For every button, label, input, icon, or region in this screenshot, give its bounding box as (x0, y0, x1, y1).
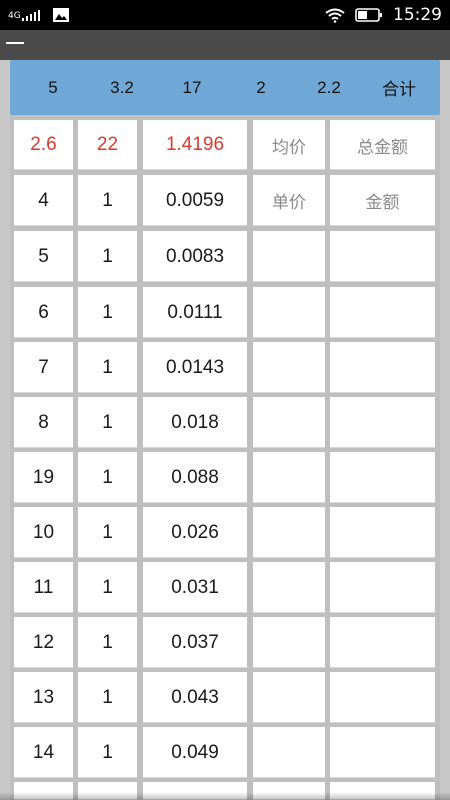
grid-cell-r2-c5[interactable] (330, 231, 435, 282)
grid-cell-r6-c5[interactable] (330, 452, 435, 503)
grid-cell-r1-c2[interactable]: 1 (78, 175, 137, 226)
grid-cell-r6-c1[interactable]: 19 (14, 452, 73, 503)
grid-cell-r8-c2[interactable]: 1 (78, 562, 137, 613)
grid-cell-r7-c4[interactable] (253, 507, 325, 558)
clock: 15:29 (393, 5, 442, 25)
grid-cell-r3-c4[interactable] (253, 287, 325, 338)
summary-bar: 5 3.2 17 2 2.2 合计 (10, 60, 440, 115)
grid-cell-r4-c5[interactable] (330, 342, 435, 393)
status-bar: 4G 15:29 (0, 0, 450, 30)
grid-cell-r3-c3[interactable]: 0.0111 (143, 287, 247, 338)
grid-cell-r2-c1[interactable]: 5 (14, 231, 73, 282)
grid-cell-r0-c1[interactable]: 2.6 (14, 120, 73, 170)
amount-label: 金额 (330, 175, 435, 226)
grid-cell-r9-c1[interactable]: 12 (14, 617, 73, 668)
grid-cell-r5-c4[interactable] (253, 397, 325, 448)
summary-total-label: 合计 (382, 80, 416, 99)
grid-cell-r0-c3[interactable]: 1.4196 (143, 120, 247, 170)
grid-cell-r2-c4[interactable] (253, 231, 325, 282)
status-right: 15:29 (325, 0, 442, 30)
unit-price-label: 单价 (253, 175, 325, 226)
menu-dash-icon[interactable] (6, 42, 24, 44)
grid-cell-r1-c3[interactable]: 0.0059 (143, 175, 247, 226)
grid-cell-r2-c3[interactable]: 0.0083 (143, 231, 247, 282)
summary-cell-5: 2.2 (317, 77, 341, 97)
grid-cell-r8-c4[interactable] (253, 562, 325, 613)
grid-cell-r4-c2[interactable]: 1 (78, 342, 137, 393)
grid-cell-r7-c3[interactable]: 0.026 (143, 507, 247, 558)
grid-cell-r1-c1[interactable]: 4 (14, 175, 73, 226)
grid-cell-r8-c3[interactable]: 0.031 (143, 562, 247, 613)
grid-cell-r6-c4[interactable] (253, 452, 325, 503)
total-amount-label: 总金额 (330, 120, 435, 170)
grid-cell-r10-c2[interactable]: 1 (78, 672, 137, 723)
grid-cell-r0-c2[interactable]: 22 (78, 120, 137, 170)
grid-cell-r4-c1[interactable]: 7 (14, 342, 73, 393)
grid-cell-r9-c5[interactable] (330, 617, 435, 668)
grid-cell-r6-c3[interactable]: 0.088 (143, 452, 247, 503)
grid-cell-r11-c2[interactable]: 1 (78, 727, 137, 778)
grid-cell-r7-c1[interactable]: 10 (14, 507, 73, 558)
grid-cell-r11-c1[interactable]: 14 (14, 727, 73, 778)
battery-icon (355, 8, 382, 22)
grid-cell-r7-c5[interactable] (330, 507, 435, 558)
grid-cell-r4-c3[interactable]: 0.0143 (143, 342, 247, 393)
grid-cell-r2-c2[interactable]: 1 (78, 231, 137, 282)
grid-cell-r10-c3[interactable]: 0.043 (143, 672, 247, 723)
grid-cell-r10-c5[interactable] (330, 672, 435, 723)
grid-cell-r3-c1[interactable]: 6 (14, 287, 73, 338)
grid-cell-r9-c2[interactable]: 1 (78, 617, 137, 668)
grid-cell-r4-c4[interactable] (253, 342, 325, 393)
summary-cell-4: 2 (256, 77, 266, 97)
avg-price-label: 均价 (253, 120, 325, 170)
summary-cell-1: 5 (48, 77, 58, 97)
summary-cell-2: 3.2 (110, 77, 134, 97)
grid-cell-r3-c5[interactable] (330, 287, 435, 338)
grid-cell-r11-c4[interactable] (253, 727, 325, 778)
grid-cell-r5-c2[interactable]: 1 (78, 397, 137, 448)
gallery-icon (52, 8, 69, 22)
grid-cell-r5-c3[interactable]: 0.018 (143, 397, 247, 448)
app-header (0, 30, 450, 60)
grid-cell-r8-c1[interactable]: 11 (14, 562, 73, 613)
grid-cell-r5-c1[interactable]: 8 (14, 397, 73, 448)
grid-cell-r10-c4[interactable] (253, 672, 325, 723)
grid-cell-r11-c5[interactable] (330, 727, 435, 778)
bottom-shadow (0, 792, 450, 800)
grid-cell-r7-c2[interactable]: 1 (78, 507, 137, 558)
wifi-icon (325, 8, 345, 23)
status-left: 4G (8, 0, 70, 30)
grid-cell-r9-c3[interactable]: 0.037 (143, 617, 247, 668)
grid-cell-r3-c2[interactable]: 1 (78, 287, 137, 338)
data-grid: 2.6 22 1.4196 均价 总金额 4 1 0.0059 单价 金额 5 … (10, 115, 440, 800)
grid-cell-r9-c4[interactable] (253, 617, 325, 668)
grid-cell-r6-c2[interactable]: 1 (78, 452, 137, 503)
grid-cell-r5-c5[interactable] (330, 397, 435, 448)
summary-cell-3: 17 (182, 77, 202, 97)
signal-icon (21, 10, 40, 21)
grid-cell-r11-c3[interactable]: 0.049 (143, 727, 247, 778)
network-type: 4G (8, 11, 21, 21)
grid-cell-r8-c5[interactable] (330, 562, 435, 613)
grid-cell-r10-c1[interactable]: 13 (14, 672, 73, 723)
